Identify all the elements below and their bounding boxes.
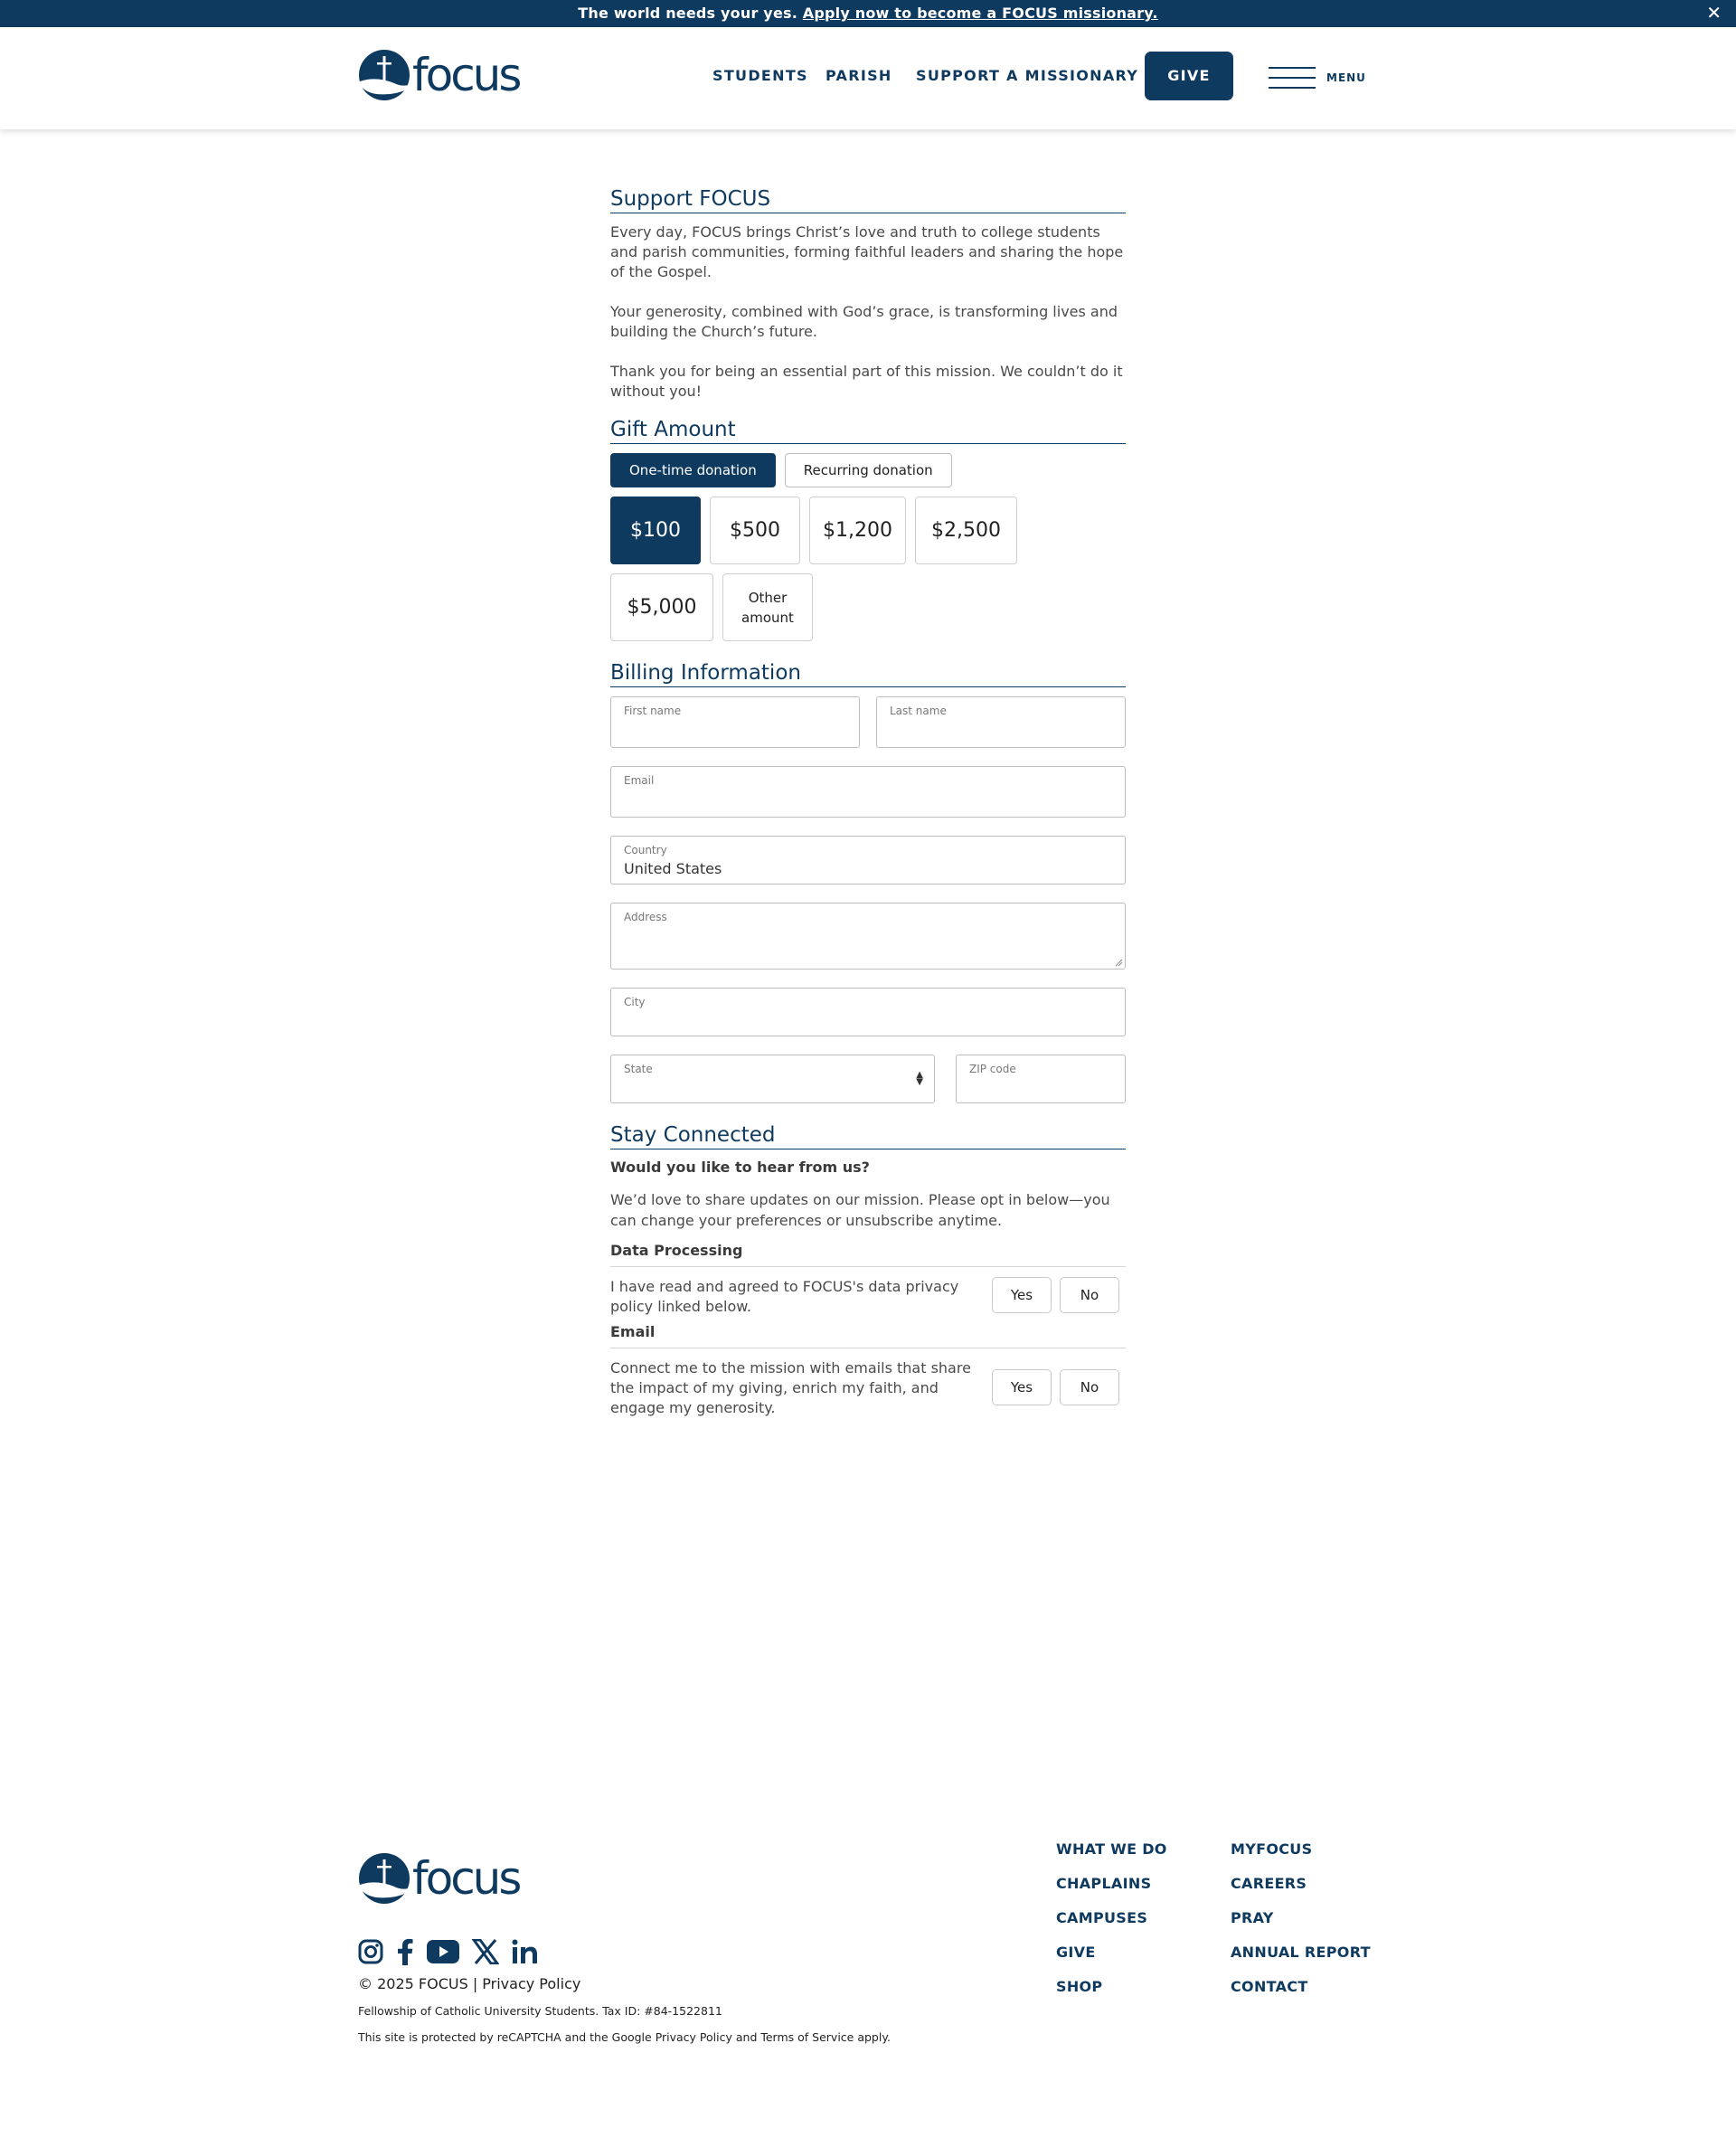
footer-link-careers[interactable]: CAREERS: [1231, 1875, 1307, 1892]
other-amount-button[interactable]: Other amount: [722, 573, 813, 641]
first-name-label: First name: [624, 705, 682, 717]
footer-link-shop[interactable]: SHOP: [1056, 1978, 1102, 1995]
zip-code-field[interactable]: ZIP code: [956, 1055, 1126, 1103]
focus-logo[interactable]: focus: [358, 49, 522, 101]
billing-fields: First name Last name Email Country Unite…: [610, 696, 1126, 1121]
first-name-field[interactable]: First name: [610, 696, 860, 748]
email-label: Email: [624, 774, 655, 787]
city-label: City: [624, 996, 646, 1008]
footer-link-annual-report[interactable]: ANNUAL REPORT: [1231, 1944, 1371, 1961]
social-links: [358, 1938, 539, 1965]
email-no-button[interactable]: No: [1060, 1369, 1119, 1405]
announcement-bar: The world needs your yes. Apply now to b…: [0, 0, 1736, 27]
state-label: State: [624, 1063, 653, 1075]
select-arrows-icon: ▲ ▼: [916, 1070, 923, 1087]
last-name-label: Last name: [890, 705, 947, 717]
donation-form: Support FOCUS Every day, FOCUS brings Ch…: [610, 185, 1126, 1423]
logo-wordmark: focus: [412, 49, 522, 101]
recaptcha-notice: This site is protected by reCAPTCHA and …: [358, 2030, 891, 2044]
footer-link-give[interactable]: GIVE: [1056, 1944, 1096, 1961]
other-amount-line-1: Other: [748, 589, 788, 606]
youtube-icon[interactable]: [427, 1940, 459, 1963]
country-value: United States: [624, 860, 722, 877]
data-processing-title: Data Processing: [610, 1242, 743, 1259]
divider: [610, 1266, 1126, 1267]
support-title: Support FOCUS: [610, 185, 1126, 213]
stay-connected-intro: We’d love to share updates on our missio…: [610, 1191, 1110, 1229]
menu-label: MENU: [1326, 71, 1366, 84]
billing-title: Billing Information: [610, 659, 1126, 687]
logo-wordmark: focus: [412, 1852, 522, 1905]
consent-section: Data Processing I have read and agreed t…: [610, 1242, 1126, 1423]
data-processing-no-button[interactable]: No: [1060, 1277, 1119, 1313]
announcement-message: The world needs your yes.: [578, 5, 797, 22]
footer-logo[interactable]: focus: [358, 1852, 522, 1905]
nav-students[interactable]: STUDENTS: [712, 67, 808, 84]
close-icon[interactable]: ✕: [1706, 3, 1722, 23]
logo-globe-cross-icon: [359, 1853, 410, 1904]
amount-2500-button[interactable]: $2,500: [915, 497, 1017, 564]
give-button[interactable]: GIVE: [1145, 52, 1233, 100]
state-select[interactable]: State ▲ ▼: [610, 1055, 935, 1103]
country-select[interactable]: Country United States: [610, 836, 1126, 885]
announcement-text: The world needs your yes. Apply now to b…: [0, 5, 1736, 22]
nav-support-a-missionary[interactable]: SUPPORT A MISSIONARY: [916, 67, 1138, 84]
facebook-icon[interactable]: [396, 1938, 414, 1965]
zip-code-label: ZIP code: [969, 1063, 1016, 1075]
nav-parish[interactable]: PARISH: [826, 67, 892, 84]
footer-link-campuses[interactable]: CAMPUSES: [1056, 1909, 1147, 1926]
footer-link-chaplains[interactable]: CHAPLAINS: [1056, 1875, 1151, 1892]
fellowship-text: Fellowship of Catholic University Studen…: [358, 2004, 722, 2018]
hamburger-icon: [1269, 67, 1316, 89]
country-label: Country: [624, 844, 667, 856]
other-amount-line-2: amount: [741, 609, 794, 626]
tab-one-time-donation[interactable]: One-time donation: [610, 453, 776, 487]
gift-amount-title: Gift Amount: [610, 416, 1126, 444]
x-icon[interactable]: [472, 1939, 499, 1964]
amount-100-button[interactable]: $100: [610, 497, 701, 564]
donation-type-tabs: One-time donation Recurring donation: [610, 453, 1126, 487]
footer-link-myfocus[interactable]: MYFOCUS: [1231, 1840, 1312, 1858]
instagram-icon[interactable]: [358, 1939, 383, 1964]
logo-globe-cross-icon: [359, 50, 410, 100]
linkedin-icon[interactable]: [512, 1939, 539, 1964]
email-consent-text: Connect me to the mission with emails th…: [610, 1359, 971, 1416]
support-paragraph-3: Thank you for being an essential part of…: [610, 363, 1123, 400]
tab-recurring-donation[interactable]: Recurring donation: [784, 453, 952, 487]
address-label: Address: [624, 911, 667, 923]
hear-from-us-question: Would you like to hear from us?: [610, 1159, 870, 1176]
amount-500-button[interactable]: $500: [710, 497, 800, 564]
support-paragraph-1: Every day, FOCUS brings Christ’s love an…: [610, 223, 1124, 280]
email-consent-title: Email: [610, 1323, 656, 1340]
amount-5000-button[interactable]: $5,000: [610, 573, 713, 641]
resize-handle-icon[interactable]: [1114, 958, 1123, 967]
data-processing-text: I have read and agreed to FOCUS's data p…: [610, 1278, 959, 1315]
last-name-field[interactable]: Last name: [876, 696, 1126, 748]
site-header: focus STUDENTS PARISH SUPPORT A MISSIONA…: [0, 27, 1736, 129]
apply-now-link[interactable]: Apply now to become a FOCUS missionary.: [803, 5, 1158, 22]
menu-button[interactable]: MENU: [1269, 67, 1366, 89]
amount-1200-button[interactable]: $1,200: [809, 497, 906, 564]
data-processing-yes-button[interactable]: Yes: [992, 1277, 1052, 1313]
email-yes-button[interactable]: Yes: [992, 1369, 1052, 1405]
amount-options: $100 $500 $1,200 $2,500 $5,000 Other amou…: [610, 497, 1044, 641]
address-field[interactable]: Address: [610, 903, 1126, 970]
support-paragraph-2: Your generosity, combined with God’s gra…: [610, 303, 1118, 340]
email-field[interactable]: Email: [610, 766, 1126, 818]
footer-link-contact[interactable]: CONTACT: [1231, 1978, 1308, 1995]
footer-link-what-we-do[interactable]: WHAT WE DO: [1056, 1840, 1167, 1858]
footer-link-pray[interactable]: PRAY: [1231, 1909, 1274, 1926]
copyright-text: © 2025 FOCUS | Privacy Policy: [358, 1975, 581, 1992]
city-field[interactable]: City: [610, 988, 1126, 1036]
stay-connected-title: Stay Connected: [610, 1121, 1126, 1149]
